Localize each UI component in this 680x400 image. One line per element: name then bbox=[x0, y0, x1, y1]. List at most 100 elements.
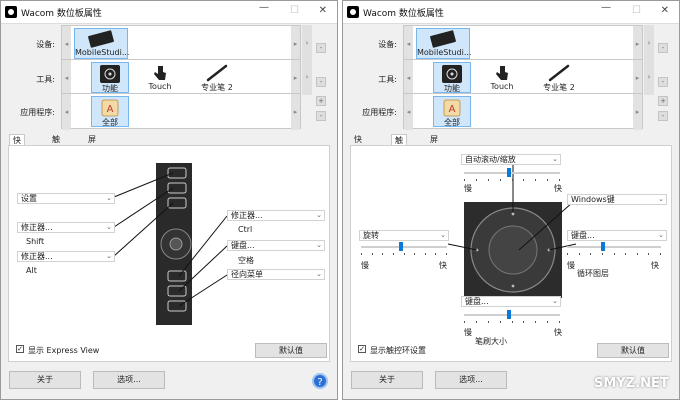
default-button[interactable]: 默认值 bbox=[255, 343, 327, 358]
tab-screen-control[interactable]: 屏幕控制 bbox=[85, 134, 99, 177]
ring-right-speed-track[interactable] bbox=[567, 246, 661, 248]
tool-remove-button[interactable]: - bbox=[316, 77, 326, 87]
key-setting-dropdown-1[interactable]: 设置 ⌄ bbox=[17, 193, 115, 204]
ring-top-speed-track[interactable] bbox=[464, 172, 560, 174]
ring-top-slow-label: 慢 bbox=[464, 184, 472, 193]
scroll-right-button[interactable]: ▸ bbox=[291, 26, 300, 62]
app-add-button[interactable]: + bbox=[316, 96, 326, 106]
tab-express-keys[interactable]: 快捷键 bbox=[351, 134, 365, 166]
ring-bottom-dropdown[interactable]: 键盘... ⌄ bbox=[461, 296, 561, 307]
key-setting-sub-4: Ctrl bbox=[238, 225, 253, 234]
key-setting-dropdown-6[interactable]: 径向菜单 ⌄ bbox=[227, 269, 325, 280]
scroll-left-button[interactable]: ◂ bbox=[404, 26, 413, 62]
tool-tile-label: 专业笔 2 bbox=[201, 83, 233, 92]
tool-tile-touch[interactable]: Touch bbox=[142, 62, 178, 93]
scroll-left-button[interactable]: ◂ bbox=[404, 94, 413, 130]
ring-bottom-speed-thumb[interactable] bbox=[507, 310, 511, 319]
key-setting-dropdown-2[interactable]: 修正器... ⌄ bbox=[17, 222, 115, 233]
ring-right-fast-label: 快 bbox=[651, 261, 659, 270]
slider-tick bbox=[435, 253, 437, 255]
tool-tile-touch[interactable]: Touch bbox=[484, 62, 520, 93]
ring-left-dropdown[interactable]: 旋转 ⌄ bbox=[359, 230, 449, 241]
options-button[interactable]: 选项... bbox=[435, 371, 507, 389]
tool-remove-button[interactable]: - bbox=[658, 77, 668, 87]
app-strip: ◂ A 全部 ▸ bbox=[61, 93, 301, 130]
ring-center-dropdown[interactable]: Windows键 ⌄ bbox=[567, 194, 667, 205]
scroll-left-button[interactable]: ◂ bbox=[62, 94, 71, 130]
scroll-right-button[interactable]: ▸ bbox=[291, 60, 300, 96]
app-tile-all[interactable]: A 全部 bbox=[433, 96, 471, 127]
tool-strip: ◂ 功能 Touch 专业笔 2 ▸ bbox=[403, 59, 643, 96]
tool-tile-label: Touch bbox=[490, 82, 514, 91]
app-add-button[interactable]: + bbox=[658, 96, 668, 106]
chevron-down-icon: ⌄ bbox=[316, 241, 322, 249]
ring-right-speed-thumb[interactable] bbox=[601, 242, 605, 251]
tool-tile-pen[interactable]: 专业笔 2 bbox=[538, 62, 580, 93]
slider-tick bbox=[601, 253, 603, 255]
scroll-left-button[interactable]: ◂ bbox=[404, 60, 413, 96]
about-button[interactable]: 关于 bbox=[9, 371, 81, 389]
slider-tick bbox=[403, 253, 405, 255]
device-tile-label: MobileStudi... bbox=[417, 48, 472, 57]
chevron-down-icon: ⌄ bbox=[316, 211, 322, 219]
about-button[interactable]: 关于 bbox=[351, 371, 423, 389]
options-button[interactable]: 选项... bbox=[93, 371, 165, 389]
slider-tick bbox=[475, 179, 477, 181]
device-expand-button[interactable]: › bbox=[302, 25, 312, 61]
scroll-left-button[interactable]: ◂ bbox=[62, 60, 71, 96]
default-button[interactable]: 默认值 bbox=[597, 343, 669, 358]
ring-left-speed-thumb[interactable] bbox=[399, 242, 403, 251]
key-setting-dropdown-4[interactable]: 修正器... ⌄ bbox=[227, 210, 325, 221]
close-icon[interactable]: ✕ bbox=[319, 5, 327, 16]
key-setting-dropdown-3[interactable]: 修正器... ⌄ bbox=[17, 251, 115, 262]
slider-tick bbox=[464, 321, 465, 323]
chevron-down-icon: ⌄ bbox=[552, 155, 558, 163]
scroll-right-button[interactable]: ▸ bbox=[633, 94, 642, 130]
ring-bottom-slow-label: 慢 bbox=[464, 328, 472, 337]
slider-tick bbox=[511, 179, 513, 181]
ring-left-slow-label: 慢 bbox=[361, 261, 369, 270]
dropdown-value: 键盘... bbox=[571, 231, 595, 240]
show-express-view-label: 显示 Express View bbox=[28, 346, 100, 355]
ring-top-dropdown[interactable]: 自动滚动/缩放 ⌄ bbox=[461, 154, 561, 165]
maximize-icon[interactable]: ☐ bbox=[290, 5, 299, 16]
tool-expand-button[interactable]: › bbox=[644, 59, 654, 95]
ring-bottom-fast-label: 快 bbox=[554, 328, 562, 337]
tool-tile-pen[interactable]: 专业笔 2 bbox=[196, 62, 238, 93]
device-expand-button[interactable]: › bbox=[644, 25, 654, 61]
ring-right-dropdown[interactable]: 键盘... ⌄ bbox=[567, 230, 667, 241]
slider-tick bbox=[535, 179, 537, 181]
scroll-right-button[interactable]: ▸ bbox=[291, 94, 300, 130]
svg-text:A: A bbox=[107, 104, 114, 115]
device-tile[interactable]: MobileStudi... bbox=[74, 28, 129, 59]
slider-tick bbox=[523, 321, 525, 323]
app-tile-all[interactable]: A 全部 bbox=[91, 96, 129, 127]
app-remove-button[interactable]: - bbox=[658, 111, 668, 121]
show-express-view-checkbox[interactable]: ✓ bbox=[16, 345, 24, 353]
ring-left-speed-track[interactable] bbox=[361, 246, 447, 248]
help-icon[interactable]: ? bbox=[312, 373, 328, 389]
scroll-left-button[interactable]: ◂ bbox=[62, 26, 71, 62]
tab-screen-control[interactable]: 屏幕控制 bbox=[427, 134, 441, 177]
minimize-icon[interactable]: — bbox=[601, 2, 611, 13]
device-remove-button[interactable]: - bbox=[316, 43, 326, 53]
ring-bottom-speed-track[interactable] bbox=[464, 314, 560, 316]
device-tile[interactable]: MobileStudi... bbox=[416, 28, 472, 59]
device-remove-button[interactable]: - bbox=[658, 43, 668, 53]
maximize-icon[interactable]: ☐ bbox=[632, 5, 641, 16]
app-label: 应用程序: bbox=[362, 108, 397, 117]
tool-tile-functions[interactable]: 功能 bbox=[433, 62, 471, 93]
app-remove-button[interactable]: - bbox=[316, 111, 326, 121]
tool-tile-functions[interactable]: 功能 bbox=[91, 62, 129, 93]
close-icon[interactable]: ✕ bbox=[661, 5, 669, 16]
tool-expand-button[interactable]: › bbox=[302, 59, 312, 95]
scroll-right-button[interactable]: ▸ bbox=[633, 26, 642, 62]
show-touch-ring-settings-checkbox[interactable]: ✓ bbox=[358, 345, 366, 353]
scroll-right-button[interactable]: ▸ bbox=[633, 60, 642, 96]
device-label: 设备: bbox=[378, 40, 397, 49]
minimize-icon[interactable]: — bbox=[259, 2, 269, 13]
ring-top-speed-thumb[interactable] bbox=[507, 168, 511, 177]
express-keys-panel: 设置 ⌄ 修正器... ⌄ Shift 修正器... ⌄ Alt 修正器... ⌄ Ct… bbox=[8, 145, 330, 362]
key-setting-dropdown-5[interactable]: 键盘... ⌄ bbox=[227, 240, 325, 251]
tab-touch-ring[interactable]: 触控环 bbox=[49, 134, 63, 166]
